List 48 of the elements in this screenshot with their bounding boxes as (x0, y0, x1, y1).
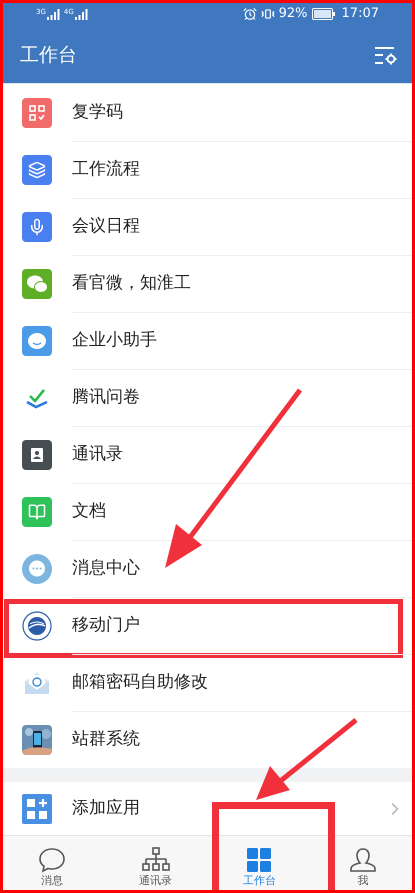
book-icon (22, 496, 52, 526)
app-list-item[interactable]: 工作流程 (0, 141, 415, 198)
app-list-item[interactable]: 腾讯问卷 (0, 369, 415, 426)
app-name: 邮箱密码自助修改 (72, 671, 208, 694)
speech-bubble-icon (22, 554, 52, 584)
qr-code-icon (22, 98, 52, 128)
app-name: 移动门户 (72, 614, 140, 638)
emblem-icon (22, 610, 52, 640)
app-name: 站群系统 (72, 728, 140, 752)
chat-bubbles-icon (22, 268, 52, 298)
grid-icon (246, 847, 272, 873)
app-name: 企业小助手 (72, 329, 157, 352)
vibrate-icon (260, 7, 275, 21)
signal-icon (74, 8, 88, 20)
tab-bar-item[interactable]: 消息 (38, 836, 66, 893)
address-book-icon (22, 440, 52, 470)
organization-chart-icon (140, 847, 171, 873)
app-name: 看官微，知淮工 (72, 272, 191, 296)
battery-icon (312, 8, 336, 20)
app-name: 文档 (72, 500, 106, 524)
app-list-item[interactable]: 看官微，知淮工 (0, 255, 415, 312)
chat-icon (38, 847, 66, 873)
app-name: 消息中心 (72, 557, 140, 580)
tab-bar-item[interactable]: 通讯录 (139, 836, 172, 893)
add-grid-icon (22, 794, 52, 824)
app-list-item[interactable]: 邮箱密码自助修改 (0, 654, 415, 711)
tab-bar-item[interactable]: 工作台 (242, 836, 276, 893)
layers-icon (22, 154, 52, 184)
app-name: 通讯录 (72, 443, 123, 466)
app-name: 工作流程 (72, 158, 140, 182)
app-name: 会议日程 (72, 215, 140, 238)
microphone-icon (22, 212, 52, 242)
app-name: 复学码 (72, 100, 123, 124)
app-list-item[interactable]: 通讯录 (0, 426, 415, 483)
clock-time: 17:07 (342, 5, 379, 24)
person-icon (349, 847, 378, 873)
app-list-item[interactable]: 移动门户 (0, 597, 415, 654)
app-list-item[interactable]: 企业小助手 (0, 312, 415, 369)
app-name: 腾讯问卷 (72, 386, 140, 410)
add-app-label: 添加应用 (72, 796, 140, 820)
signal-icon (46, 8, 60, 20)
battery-percent: 92% (278, 5, 308, 24)
alarm-icon (242, 7, 257, 21)
chat-bubble-icon (22, 326, 52, 356)
app-list-item[interactable]: 复学码 (0, 84, 415, 141)
app-list-item[interactable]: 会议日程 (0, 198, 415, 255)
tab-bar-item[interactable]: 我 (349, 836, 378, 893)
header-title: 工作台 (20, 43, 77, 68)
